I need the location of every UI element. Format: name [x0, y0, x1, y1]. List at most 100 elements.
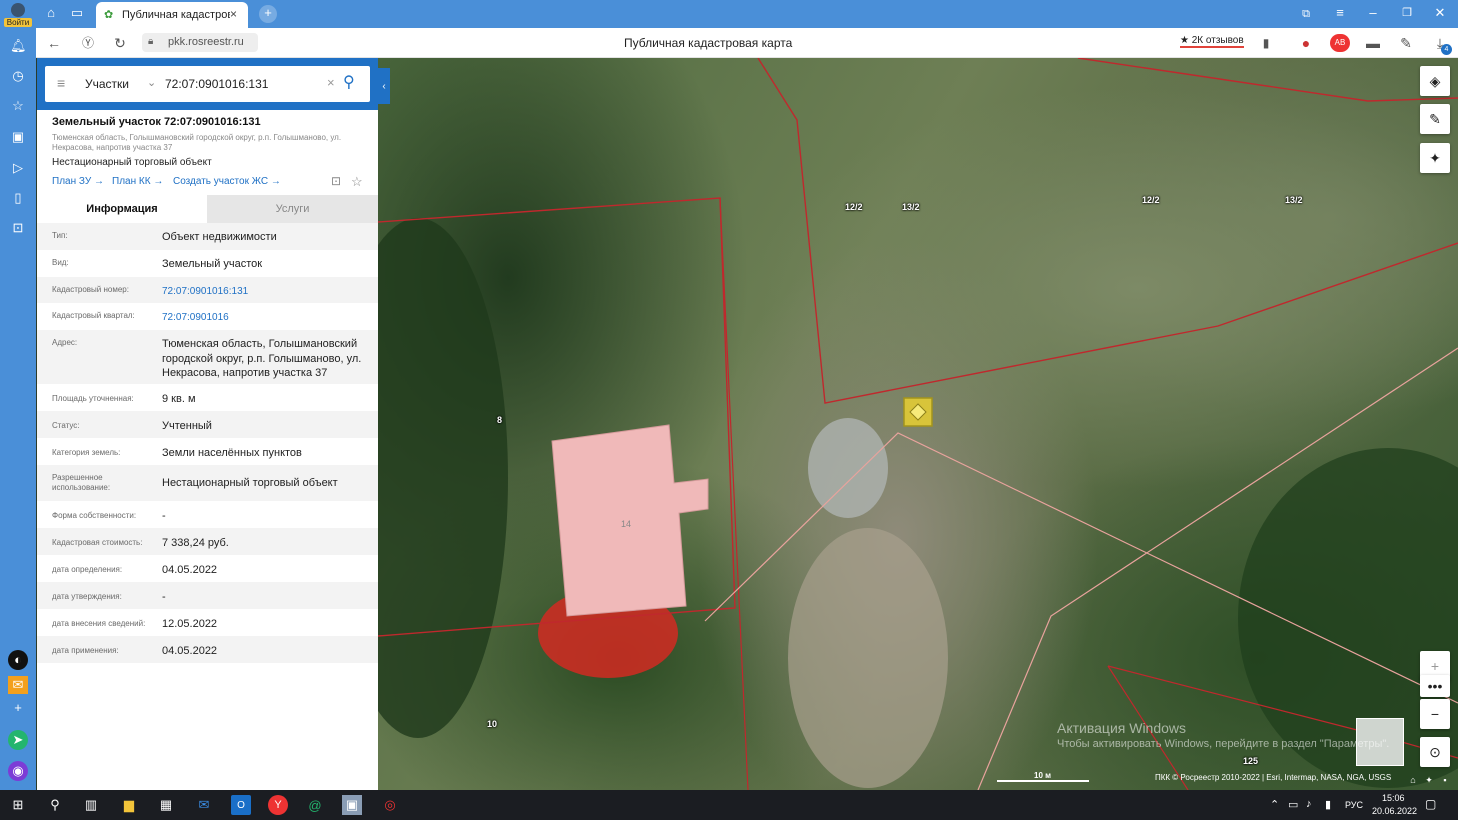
home-icon[interactable]: ⌂ — [42, 5, 60, 21]
explorer-icon[interactable]: ▆ — [119, 795, 139, 815]
print-map-icon[interactable]: ▪ — [1440, 772, 1450, 788]
profile-button[interactable]: Войти — [4, 2, 32, 28]
search-icon[interactable]: ⚲ — [343, 72, 355, 92]
store-icon[interactable]: ▦ — [156, 795, 176, 815]
chevron-down-icon[interactable]: ⌄ — [147, 76, 156, 89]
volume-icon[interactable]: ♪ — [1306, 798, 1312, 810]
info-panel: ≡ Участки ⌄ 72:07:0901016:131 × ⚲ Земель… — [37, 58, 378, 790]
detail-label: Площадь уточненная: — [52, 394, 134, 403]
outlook-icon[interactable]: O — [231, 795, 251, 815]
detail-value: - — [162, 510, 166, 522]
measure-button[interactable]: ✎ — [1420, 104, 1450, 134]
detail-value: Учтенный — [162, 420, 212, 432]
network-icon[interactable]: ▭ — [1288, 798, 1298, 811]
favorite-star-icon[interactable]: ☆ — [351, 174, 363, 190]
adblock-icon[interactable]: AB — [1330, 34, 1350, 52]
tab-information[interactable]: Информация — [37, 195, 207, 223]
clear-search-icon[interactable]: × — [327, 75, 335, 90]
menu-icon[interactable]: ≡ — [1332, 5, 1348, 21]
chevron-left-icon: ‹ — [382, 80, 386, 92]
parcel-label: 8 — [497, 415, 503, 425]
counter-icon[interactable]: ▯ — [10, 190, 26, 206]
tab-services[interactable]: Услуги — [207, 195, 378, 223]
search-input[interactable]: 72:07:0901016:131 — [165, 77, 268, 91]
notifications-icon[interactable]: 🔔︎ — [10, 38, 27, 54]
compass-button[interactable]: ⊙ — [1420, 737, 1450, 767]
detail-row: дата применения: 04.05.2022 — [37, 636, 378, 663]
clock-time[interactable]: 15:06 — [1382, 793, 1405, 803]
messenger-icon[interactable]: ➤ — [8, 730, 28, 750]
parcel-label: 13/2 — [902, 202, 920, 212]
zoom-out-button[interactable]: − — [1420, 699, 1450, 729]
yandex-browser-icon[interactable]: Y — [268, 795, 288, 815]
zoom-to-object-icon[interactable]: ⊡ — [331, 174, 341, 188]
search-type-select[interactable]: Участки — [85, 77, 129, 91]
plan-kk-link[interactable]: План КК → — [112, 176, 163, 187]
cadastral-map[interactable]: 12/2 13/2 12/2 13/2 8 14 10 125 ◈ ✎ ✦ + … — [378, 58, 1458, 790]
target-map-icon[interactable]: ✦ — [1424, 772, 1434, 788]
mic-icon[interactable]: ▮ — [1325, 798, 1331, 811]
taskbar-search-icon[interactable]: ⚲ — [45, 795, 65, 815]
task-view-icon[interactable]: ▥ — [81, 795, 101, 815]
detail-row: Вид: Земельный участок — [37, 250, 378, 277]
extension-icon-3[interactable]: ✎ — [1398, 35, 1414, 51]
camera-icon[interactable]: ⊡ — [10, 220, 26, 236]
tabs-icon[interactable]: ▭ — [68, 5, 86, 21]
mail-icon[interactable]: ✉ — [8, 676, 28, 694]
extension-icon-1[interactable]: ● — [1298, 35, 1314, 51]
new-tab-icon[interactable]: + — [259, 5, 277, 23]
back-icon[interactable]: ← — [46, 35, 62, 51]
collections-icon[interactable]: ⧉ — [1298, 6, 1314, 22]
search-box: ≡ Участки ⌄ 72:07:0901016:131 × ⚲ — [45, 66, 370, 102]
alice-icon[interactable]: ◐ — [8, 650, 28, 670]
downloads-badge: 4 — [1441, 44, 1452, 55]
mail-app-icon[interactable]: ✉ — [194, 795, 214, 815]
history-icon[interactable]: ◷ — [10, 68, 26, 84]
favorites-icon[interactable]: ☆ — [10, 98, 26, 114]
assistant-icon[interactable]: ◉ — [8, 761, 28, 781]
detail-value: Тюменская область, Голышмановский городс… — [162, 338, 362, 379]
detail-row: Форма собственности: - — [37, 501, 378, 528]
cadastral-quarter-link[interactable]: 72:07:0901016 — [162, 311, 372, 326]
layers-icon: ◈ — [1429, 72, 1441, 89]
reviews-button[interactable]: ★ 2К отзывов — [1180, 35, 1244, 48]
plan-zu-link[interactable]: План ЗУ → — [52, 176, 104, 187]
hamburger-icon[interactable]: ≡ — [57, 75, 65, 91]
add-panel-icon[interactable]: + — [8, 700, 28, 716]
photo-app-icon[interactable]: ▣ — [342, 795, 362, 815]
language-indicator[interactable]: РУС — [1345, 800, 1363, 810]
favicon-icon: ✿ — [104, 9, 114, 21]
home-map-icon[interactable]: ⌂ — [1408, 772, 1418, 788]
more-button[interactable]: ••• — [1420, 675, 1450, 697]
info-tabs: Информация Услуги — [37, 195, 378, 223]
action-center-icon[interactable]: ▢ — [1425, 797, 1436, 811]
scale-bar: 10 м — [997, 771, 1089, 783]
collapse-panel-button[interactable]: ‹ — [378, 68, 390, 104]
locate-button[interactable]: ✦ — [1420, 143, 1450, 173]
yandex-icon[interactable]: Ⓨ — [80, 35, 96, 51]
create-plot-link[interactable]: Создать участок ЖС → — [173, 176, 281, 187]
tab-title: Публичная кадастрова — [122, 9, 230, 21]
tray-chevron-icon[interactable]: ⌃ — [1270, 798, 1279, 811]
messenger-app-icon[interactable]: @ — [305, 795, 325, 815]
layers-button[interactable]: ◈ — [1420, 66, 1450, 96]
video-icon[interactable]: ▷ — [10, 160, 26, 176]
zen-icon[interactable]: ▣ — [10, 129, 26, 145]
app-icon[interactable]: ◎ — [380, 795, 400, 815]
road-surface — [788, 528, 948, 788]
url-pill[interactable]: 🔒︎ pkk.rosreestr.ru — [142, 33, 258, 52]
reload-icon[interactable]: ↻ — [112, 35, 128, 51]
cadastral-number-link[interactable]: 72:07:0901016:131 — [162, 285, 372, 300]
close-tab-icon[interactable]: × — [230, 7, 237, 21]
restore-icon[interactable]: ❐ — [1399, 5, 1415, 21]
minimize-icon[interactable]: – — [1365, 5, 1381, 21]
close-window-icon[interactable]: ✕ — [1432, 5, 1448, 21]
tab-cadastral-map[interactable]: ✿ Публичная кадастрова × — [96, 2, 248, 28]
extension-icon-2[interactable]: ▬ — [1365, 35, 1381, 51]
address-bar: ← Ⓨ ↻ 🔒︎ pkk.rosreestr.ru Публичная када… — [36, 28, 1458, 58]
detail-label: дата применения: — [52, 646, 119, 655]
start-icon[interactable]: ⊞ — [8, 795, 28, 815]
clock-date[interactable]: 20.06.2022 — [1372, 806, 1417, 816]
parcel-label: 13/2 — [1285, 195, 1303, 205]
bookmark-icon[interactable]: ▮ — [1258, 35, 1274, 51]
